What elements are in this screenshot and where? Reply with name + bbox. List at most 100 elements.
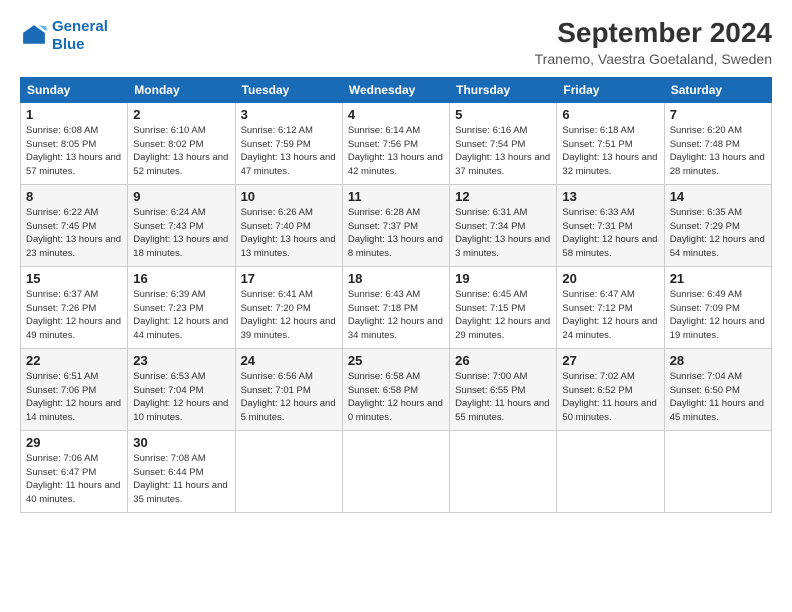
calendar-cell: 4 Sunrise: 6:14 AMSunset: 7:56 PMDaylight…	[342, 102, 449, 184]
calendar-cell: 24 Sunrise: 6:56 AMSunset: 7:01 PMDayligh…	[235, 348, 342, 430]
day-info: Sunrise: 6:31 AMSunset: 7:34 PMDaylight:…	[455, 206, 551, 261]
day-number: 17	[241, 271, 337, 286]
calendar-week-5: 29Sunrise: 7:06 AMSunset: 6:47 PMDayligh…	[21, 430, 772, 512]
day-info: Sunrise: 7:00 AMSunset: 6:55 PMDaylight:…	[455, 370, 551, 425]
day-number: 9	[133, 189, 229, 204]
day-info: Sunrise: 6:56 AMSunset: 7:01 PMDaylight:…	[241, 370, 337, 425]
day-number: 5	[455, 107, 551, 122]
day-info: Sunrise: 6:51 AMSunset: 7:06 PMDaylight:…	[26, 370, 122, 425]
day-number: 22	[26, 353, 122, 368]
calendar-table: SundayMondayTuesdayWednesdayThursdayFrid…	[20, 77, 772, 513]
day-info: Sunrise: 6:45 AMSunset: 7:15 PMDaylight:…	[455, 288, 551, 343]
logo-blue: Blue	[52, 36, 85, 53]
day-number: 27	[562, 353, 658, 368]
day-number: 11	[348, 189, 444, 204]
day-number: 15	[26, 271, 122, 286]
day-info: Sunrise: 6:47 AMSunset: 7:12 PMDaylight:…	[562, 288, 658, 343]
day-info: Sunrise: 6:12 AMSunset: 7:59 PMDaylight:…	[241, 124, 337, 179]
calendar-cell: 10 Sunrise: 6:26 AMSunset: 7:40 PMDayligh…	[235, 184, 342, 266]
day-number: 10	[241, 189, 337, 204]
day-info: Sunrise: 6:18 AMSunset: 7:51 PMDaylight:…	[562, 124, 658, 179]
calendar-cell: 11 Sunrise: 6:28 AMSunset: 7:37 PMDayligh…	[342, 184, 449, 266]
calendar-cell: 3 Sunrise: 6:12 AMSunset: 7:59 PMDaylight…	[235, 102, 342, 184]
day-number: 4	[348, 107, 444, 122]
day-info: Sunrise: 6:24 AMSunset: 7:43 PMDaylight:…	[133, 206, 229, 261]
calendar-cell: 8 Sunrise: 6:22 AMSunset: 7:45 PMDaylight…	[21, 184, 128, 266]
calendar-cell: 30Sunrise: 7:08 AMSunset: 6:44 PMDayligh…	[128, 430, 235, 512]
col-header-monday: Monday	[128, 77, 235, 102]
day-number: 24	[241, 353, 337, 368]
calendar-week-3: 15 Sunrise: 6:37 AMSunset: 7:26 PMDayligh…	[21, 266, 772, 348]
day-number: 25	[348, 353, 444, 368]
calendar-title: September 2024	[535, 18, 772, 49]
col-header-thursday: Thursday	[450, 77, 557, 102]
calendar-week-1: 1 Sunrise: 6:08 AMSunset: 8:05 PMDaylight…	[21, 102, 772, 184]
page: General Blue September 2024 Tranemo, Vae…	[0, 0, 792, 612]
logo-general: General	[52, 18, 108, 35]
day-number: 19	[455, 271, 551, 286]
day-info: Sunrise: 6:58 AMSunset: 6:58 PMDaylight:…	[348, 370, 444, 425]
day-number: 14	[670, 189, 766, 204]
day-number: 18	[348, 271, 444, 286]
calendar-cell: 19 Sunrise: 6:45 AMSunset: 7:15 PMDayligh…	[450, 266, 557, 348]
day-info: Sunrise: 6:28 AMSunset: 7:37 PMDaylight:…	[348, 206, 444, 261]
day-info: Sunrise: 6:08 AMSunset: 8:05 PMDaylight:…	[26, 124, 122, 179]
day-info: Sunrise: 7:02 AMSunset: 6:52 PMDaylight:…	[562, 370, 658, 425]
day-number: 1	[26, 107, 122, 122]
calendar-cell: 26 Sunrise: 7:00 AMSunset: 6:55 PMDayligh…	[450, 348, 557, 430]
day-info: Sunrise: 7:04 AMSunset: 6:50 PMDaylight:…	[670, 370, 766, 425]
calendar-cell: 18 Sunrise: 6:43 AMSunset: 7:18 PMDayligh…	[342, 266, 449, 348]
day-number: 23	[133, 353, 229, 368]
day-number: 28	[670, 353, 766, 368]
day-info: Sunrise: 6:33 AMSunset: 7:31 PMDaylight:…	[562, 206, 658, 261]
calendar-cell: 22 Sunrise: 6:51 AMSunset: 7:06 PMDayligh…	[21, 348, 128, 430]
calendar-cell: 1 Sunrise: 6:08 AMSunset: 8:05 PMDaylight…	[21, 102, 128, 184]
calendar-cell: 12 Sunrise: 6:31 AMSunset: 7:34 PMDayligh…	[450, 184, 557, 266]
calendar-cell: 6 Sunrise: 6:18 AMSunset: 7:51 PMDaylight…	[557, 102, 664, 184]
calendar-cell: 21 Sunrise: 6:49 AMSunset: 7:09 PMDayligh…	[664, 266, 771, 348]
day-info: Sunrise: 6:10 AMSunset: 8:02 PMDaylight:…	[133, 124, 229, 179]
calendar-cell	[450, 430, 557, 512]
header: General Blue September 2024 Tranemo, Vae…	[20, 18, 772, 67]
calendar-cell: 5 Sunrise: 6:16 AMSunset: 7:54 PMDaylight…	[450, 102, 557, 184]
day-info: Sunrise: 6:35 AMSunset: 7:29 PMDaylight:…	[670, 206, 766, 261]
calendar-subtitle: Tranemo, Vaestra Goetaland, Sweden	[535, 51, 772, 67]
day-info: Sunrise: 6:22 AMSunset: 7:45 PMDaylight:…	[26, 206, 122, 261]
calendar-cell: 29Sunrise: 7:06 AMSunset: 6:47 PMDayligh…	[21, 430, 128, 512]
calendar-cell: 7Sunrise: 6:20 AMSunset: 7:48 PMDaylight…	[664, 102, 771, 184]
day-number: 21	[670, 271, 766, 286]
calendar-cell: 27 Sunrise: 7:02 AMSunset: 6:52 PMDayligh…	[557, 348, 664, 430]
day-info: Sunrise: 6:20 AMSunset: 7:48 PMDaylight:…	[670, 124, 766, 179]
calendar-body: 1 Sunrise: 6:08 AMSunset: 8:05 PMDaylight…	[21, 102, 772, 512]
day-number: 3	[241, 107, 337, 122]
day-info: Sunrise: 6:49 AMSunset: 7:09 PMDaylight:…	[670, 288, 766, 343]
day-info: Sunrise: 6:37 AMSunset: 7:26 PMDaylight:…	[26, 288, 122, 343]
day-info: Sunrise: 6:53 AMSunset: 7:04 PMDaylight:…	[133, 370, 229, 425]
calendar-cell: 2Sunrise: 6:10 AMSunset: 8:02 PMDaylight…	[128, 102, 235, 184]
day-number: 26	[455, 353, 551, 368]
day-number: 30	[133, 435, 229, 450]
col-header-friday: Friday	[557, 77, 664, 102]
calendar-cell	[235, 430, 342, 512]
day-number: 12	[455, 189, 551, 204]
day-number: 13	[562, 189, 658, 204]
day-number: 20	[562, 271, 658, 286]
calendar-cell: 25 Sunrise: 6:58 AMSunset: 6:58 PMDayligh…	[342, 348, 449, 430]
day-info: Sunrise: 6:41 AMSunset: 7:20 PMDaylight:…	[241, 288, 337, 343]
day-info: Sunrise: 6:39 AMSunset: 7:23 PMDaylight:…	[133, 288, 229, 343]
day-info: Sunrise: 6:14 AMSunset: 7:56 PMDaylight:…	[348, 124, 444, 179]
day-info: Sunrise: 6:26 AMSunset: 7:40 PMDaylight:…	[241, 206, 337, 261]
day-info: Sunrise: 6:43 AMSunset: 7:18 PMDaylight:…	[348, 288, 444, 343]
col-header-wednesday: Wednesday	[342, 77, 449, 102]
calendar-cell: 17 Sunrise: 6:41 AMSunset: 7:20 PMDayligh…	[235, 266, 342, 348]
day-info: Sunrise: 6:16 AMSunset: 7:54 PMDaylight:…	[455, 124, 551, 179]
calendar-cell: 13 Sunrise: 6:33 AMSunset: 7:31 PMDayligh…	[557, 184, 664, 266]
logo-icon	[20, 22, 48, 50]
day-number: 6	[562, 107, 658, 122]
logo: General Blue	[20, 18, 108, 54]
calendar-cell: 20 Sunrise: 6:47 AMSunset: 7:12 PMDayligh…	[557, 266, 664, 348]
col-header-tuesday: Tuesday	[235, 77, 342, 102]
calendar-cell: 14 Sunrise: 6:35 AMSunset: 7:29 PMDayligh…	[664, 184, 771, 266]
day-number: 8	[26, 189, 122, 204]
calendar-cell: 16Sunrise: 6:39 AMSunset: 7:23 PMDayligh…	[128, 266, 235, 348]
